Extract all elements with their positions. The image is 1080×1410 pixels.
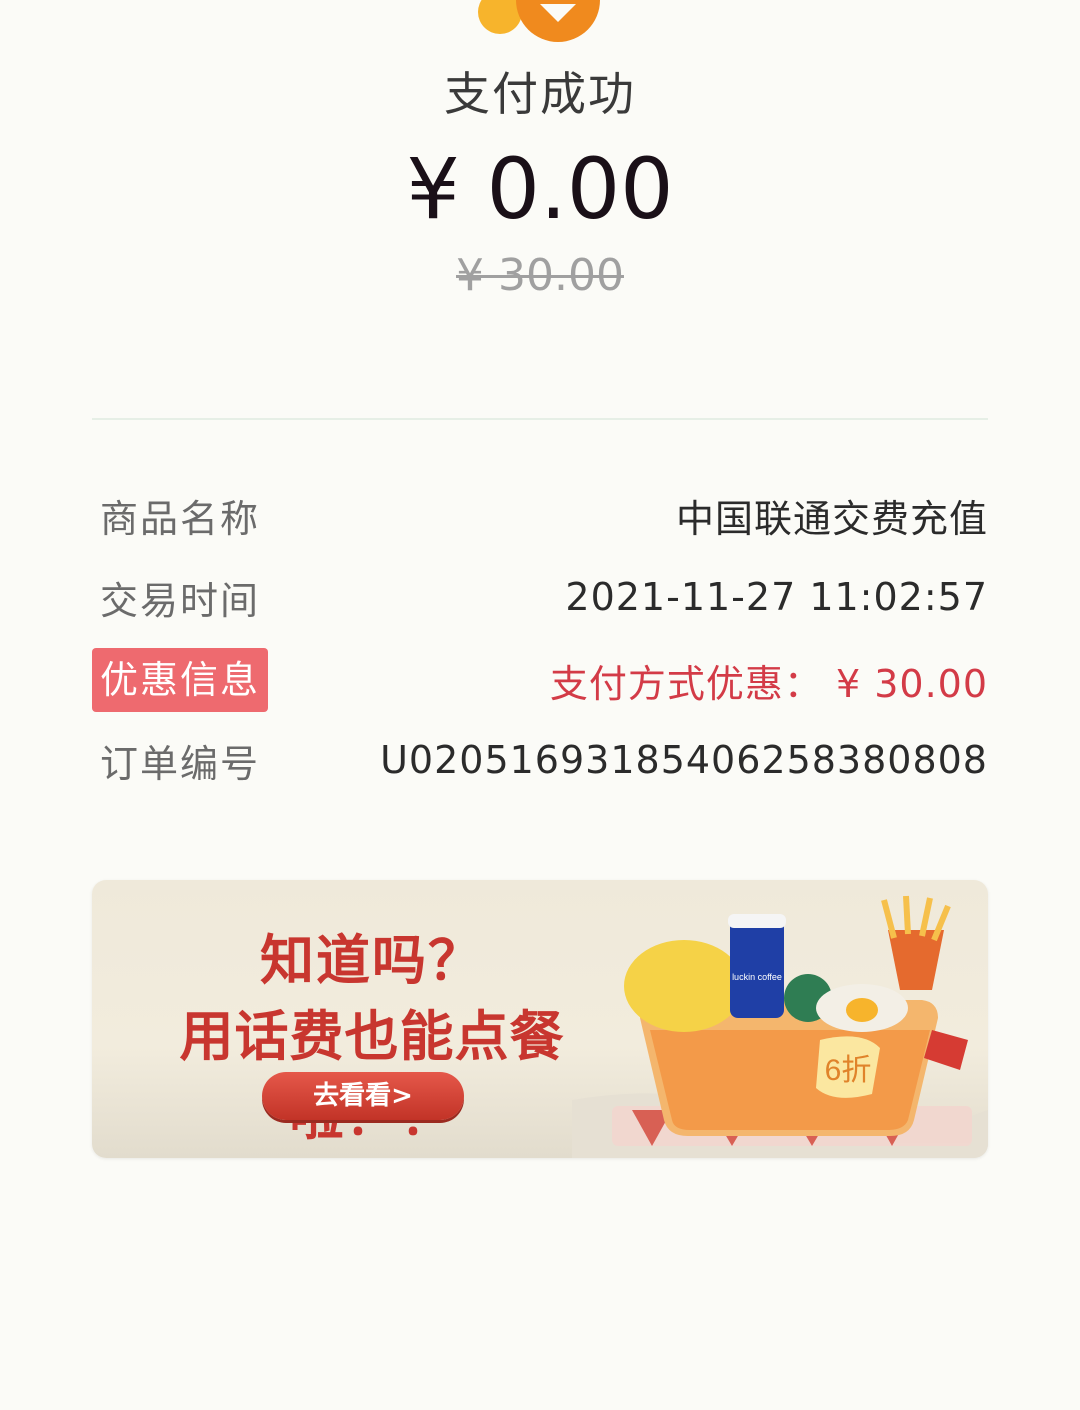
detail-label: 交易时间: [100, 578, 261, 623]
detail-row-product: 商品名称 中国联通交费充值: [92, 480, 988, 550]
divider: [92, 418, 988, 420]
paid-amount: ¥ 0.00: [406, 140, 674, 238]
detail-row-order-number: 订单编号 U02051693185406258380808: [92, 725, 988, 795]
detail-row-time: 交易时间 2021-11-27 11:02:57: [92, 562, 988, 632]
promo-banner[interactable]: 知道吗？ 用话费也能点餐啦！！ 去看看> luckin coffee 6折: [92, 880, 988, 1158]
banner-subheadline: 用话费也能点餐啦！！: [179, 1005, 565, 1147]
detail-value: 2021-11-27 11:02:57: [565, 575, 988, 619]
detail-label: 商品名称: [100, 496, 261, 541]
discount-value: 支付方式优惠： ¥ 30.00: [549, 661, 988, 706]
food-basket-illustration: luckin coffee 6折: [572, 895, 988, 1158]
go-see-button[interactable]: 去看看>: [262, 1072, 464, 1120]
discount-label-badge: 优惠信息: [92, 648, 269, 712]
detail-label: 订单编号: [100, 741, 261, 786]
payment-success-title: 支付成功: [444, 67, 636, 121]
cup-label: luckin coffee: [732, 972, 782, 982]
discount-badge-text: 6折: [825, 1054, 872, 1087]
success-logo-icon: [478, 0, 600, 42]
detail-row-discount: 优惠信息 支付方式优惠： ¥ 30.00: [92, 645, 988, 715]
original-amount: ¥ 30.00: [456, 250, 624, 301]
order-number-value[interactable]: U02051693185406258380808: [380, 738, 988, 782]
detail-value: 中国联通交费充值: [675, 496, 988, 541]
banner-headline: 知道吗？: [260, 929, 484, 992]
